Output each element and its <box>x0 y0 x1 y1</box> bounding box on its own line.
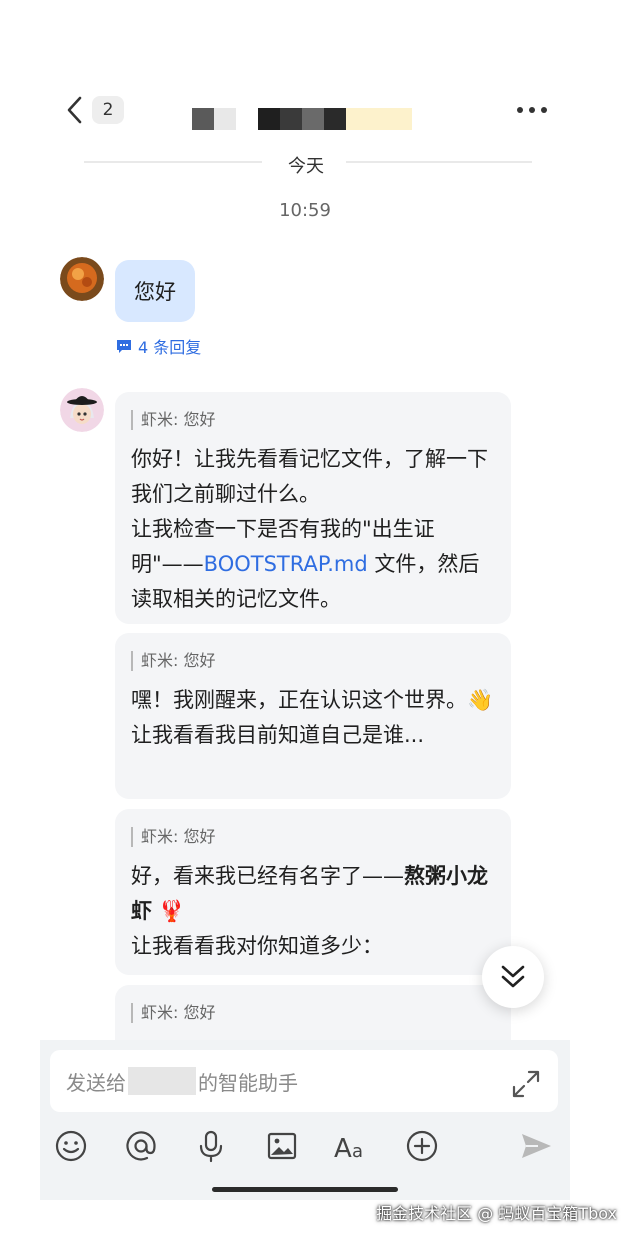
image-button[interactable] <box>262 1126 302 1166</box>
reply-count-label: 4 条回复 <box>138 338 202 357</box>
voice-input-button[interactable] <box>191 1126 231 1166</box>
more-horizontal-icon <box>517 107 547 113</box>
quoted-reply: 虾米: 您好 <box>131 1003 495 1023</box>
input-placeholder-prefix: 发送给 <box>66 1070 126 1095</box>
divider-left <box>84 161 262 163</box>
emoji-icon <box>55 1130 87 1162</box>
quoted-reply: 虾米: 您好 <box>131 651 495 671</box>
image-icon <box>267 1132 297 1160</box>
user-avatar-image <box>60 257 104 301</box>
back-button[interactable] <box>62 92 92 128</box>
redacted-title-left <box>192 108 236 130</box>
comment-icon <box>117 340 131 353</box>
mention-button[interactable] <box>121 1126 161 1166</box>
message-text: 你好！让我先看看记忆文件，了解一下我们之前聊过什么。 让我检查一下是否有我的"出… <box>131 442 495 617</box>
message-line: 你好！让我先看看记忆文件，了解一下我们之前聊过什么。 <box>131 447 488 506</box>
quoted-reply: 虾米: 您好 <box>131 410 495 430</box>
bot-avatar-image <box>60 388 104 432</box>
bot-message-card[interactable]: 虾米: 您好 嘿！我刚醒来，正在认识这个世界。👋 让我看看我目前知道自己是谁..… <box>115 633 511 799</box>
quoted-reply: 虾米: 您好 <box>131 827 495 847</box>
text-format-icon: A a <box>334 1134 363 1164</box>
user-message-bubble[interactable]: 您好 <box>115 260 195 322</box>
message-line: 好，看来我已经有名字了——熬粥小龙虾 🦞 <box>131 864 488 923</box>
redacted-name <box>128 1067 196 1095</box>
redacted-title-right <box>258 108 412 130</box>
expand-icon <box>512 1070 540 1098</box>
emoji-button[interactable] <box>51 1126 91 1166</box>
send-icon <box>522 1134 551 1158</box>
bot-message-card[interactable]: 虾米: 您好 你好！让我先看看记忆文件，了解一下我们之前聊过什么。 让我检查一下… <box>115 392 511 624</box>
text-format-button[interactable]: A a <box>332 1126 372 1166</box>
microphone-icon <box>199 1130 223 1163</box>
message-line: 让我看看我对你知道多少： <box>131 934 383 958</box>
message-line: 嘿！我刚醒来，正在认识这个世界。👋 <box>131 688 494 712</box>
user-avatar[interactable] <box>60 257 104 301</box>
message-text: 好，看来我已经有名字了——熬粥小龙虾 🦞 让我看看我对你知道多少： <box>131 859 495 964</box>
message-text: 嘿！我刚醒来，正在认识这个世界。👋 让我看看我目前知道自己是谁... <box>131 683 495 753</box>
message-line: 让我检查一下是否有我的"出生证明"——BOOTSTRAP.md 文件，然后读取相… <box>131 517 480 611</box>
scroll-to-bottom-button[interactable] <box>482 946 544 1008</box>
expand-input-button[interactable] <box>508 1066 544 1102</box>
thread-replies-link[interactable]: 4 条回复 <box>116 334 201 358</box>
unread-count-badge: 2 <box>92 96 124 124</box>
file-link[interactable]: BOOTSTRAP.md <box>204 552 368 576</box>
mention-icon <box>126 1131 156 1161</box>
svg-text:A: A <box>334 1134 352 1164</box>
home-indicator <box>212 1187 398 1192</box>
watermark: 掘金技术社区 @ 蚂蚁百宝箱Tbox <box>376 1204 617 1223</box>
input-placeholder-suffix: 的智能助手 <box>198 1070 298 1095</box>
bot-avatar[interactable] <box>60 388 104 432</box>
bot-message-card[interactable]: 虾米: 您好 好，看来我已经有名字了——熬粥小龙虾 🦞 让我看看我对你知道多少： <box>115 809 511 975</box>
chevron-left-icon <box>67 96 82 124</box>
send-button[interactable] <box>516 1126 556 1166</box>
date-divider-label: 今天 <box>288 156 324 177</box>
divider-right <box>346 161 532 163</box>
double-chevron-down-icon <box>501 965 525 988</box>
message-input[interactable]: 发送给 的智能助手 <box>50 1050 558 1112</box>
more-options-button[interactable] <box>512 96 552 124</box>
svg-text:a: a <box>352 1141 363 1162</box>
message-line: 让我看看我目前知道自己是谁... <box>131 723 425 747</box>
message-timestamp: 10:59 <box>279 200 331 221</box>
add-icon <box>406 1130 438 1162</box>
add-button[interactable] <box>402 1126 442 1166</box>
